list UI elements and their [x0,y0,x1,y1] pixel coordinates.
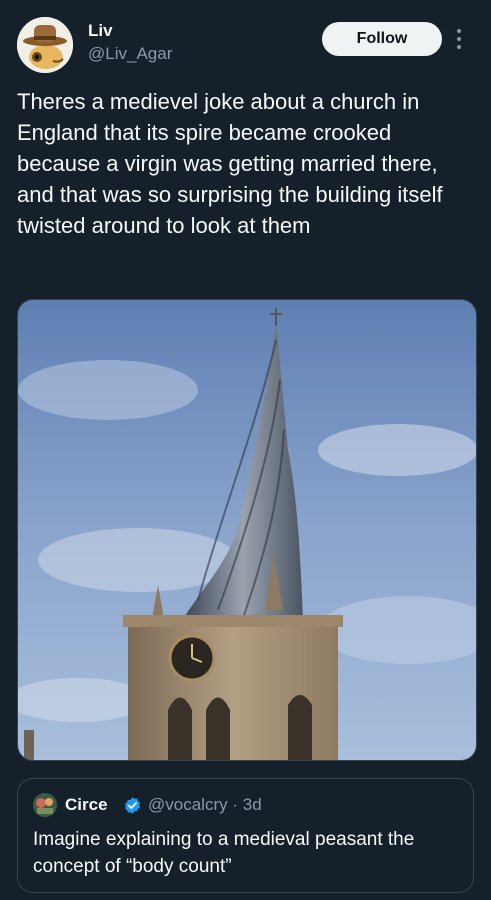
follow-button[interactable]: Follow [322,22,442,56]
tweet-text: Theres a medievel joke about a church in… [17,89,443,238]
quoted-tweet-time[interactable]: 3d [243,795,262,814]
author-display-name[interactable]: Liv [88,21,113,41]
quoted-tweet-meta: @vocalcry · 3d [148,795,262,815]
crooked-spire-photo [18,300,476,760]
quoted-author-handle[interactable]: @vocalcry [148,795,228,814]
quoted-tweet-text: Imagine explaining to a medieval peasant… [33,829,415,877]
meta-separator: · [232,795,239,814]
gecko-avatar-icon [17,17,73,73]
quoted-author-name[interactable]: Circe [65,795,108,815]
verified-badge-icon [124,797,141,814]
author-avatar[interactable] [17,17,73,73]
quoted-tweet-card[interactable]: Circe @vocalcry · 3d Imagine explaining … [17,778,474,893]
tweet-media-image[interactable] [17,299,477,761]
author-handle[interactable]: @Liv_Agar [88,44,172,64]
quoted-author-avatar[interactable] [33,793,57,817]
circe-avatar-icon [33,793,57,817]
tweet-header: Liv @Liv_Agar Follow [0,0,491,80]
more-options-icon[interactable] [452,26,466,52]
